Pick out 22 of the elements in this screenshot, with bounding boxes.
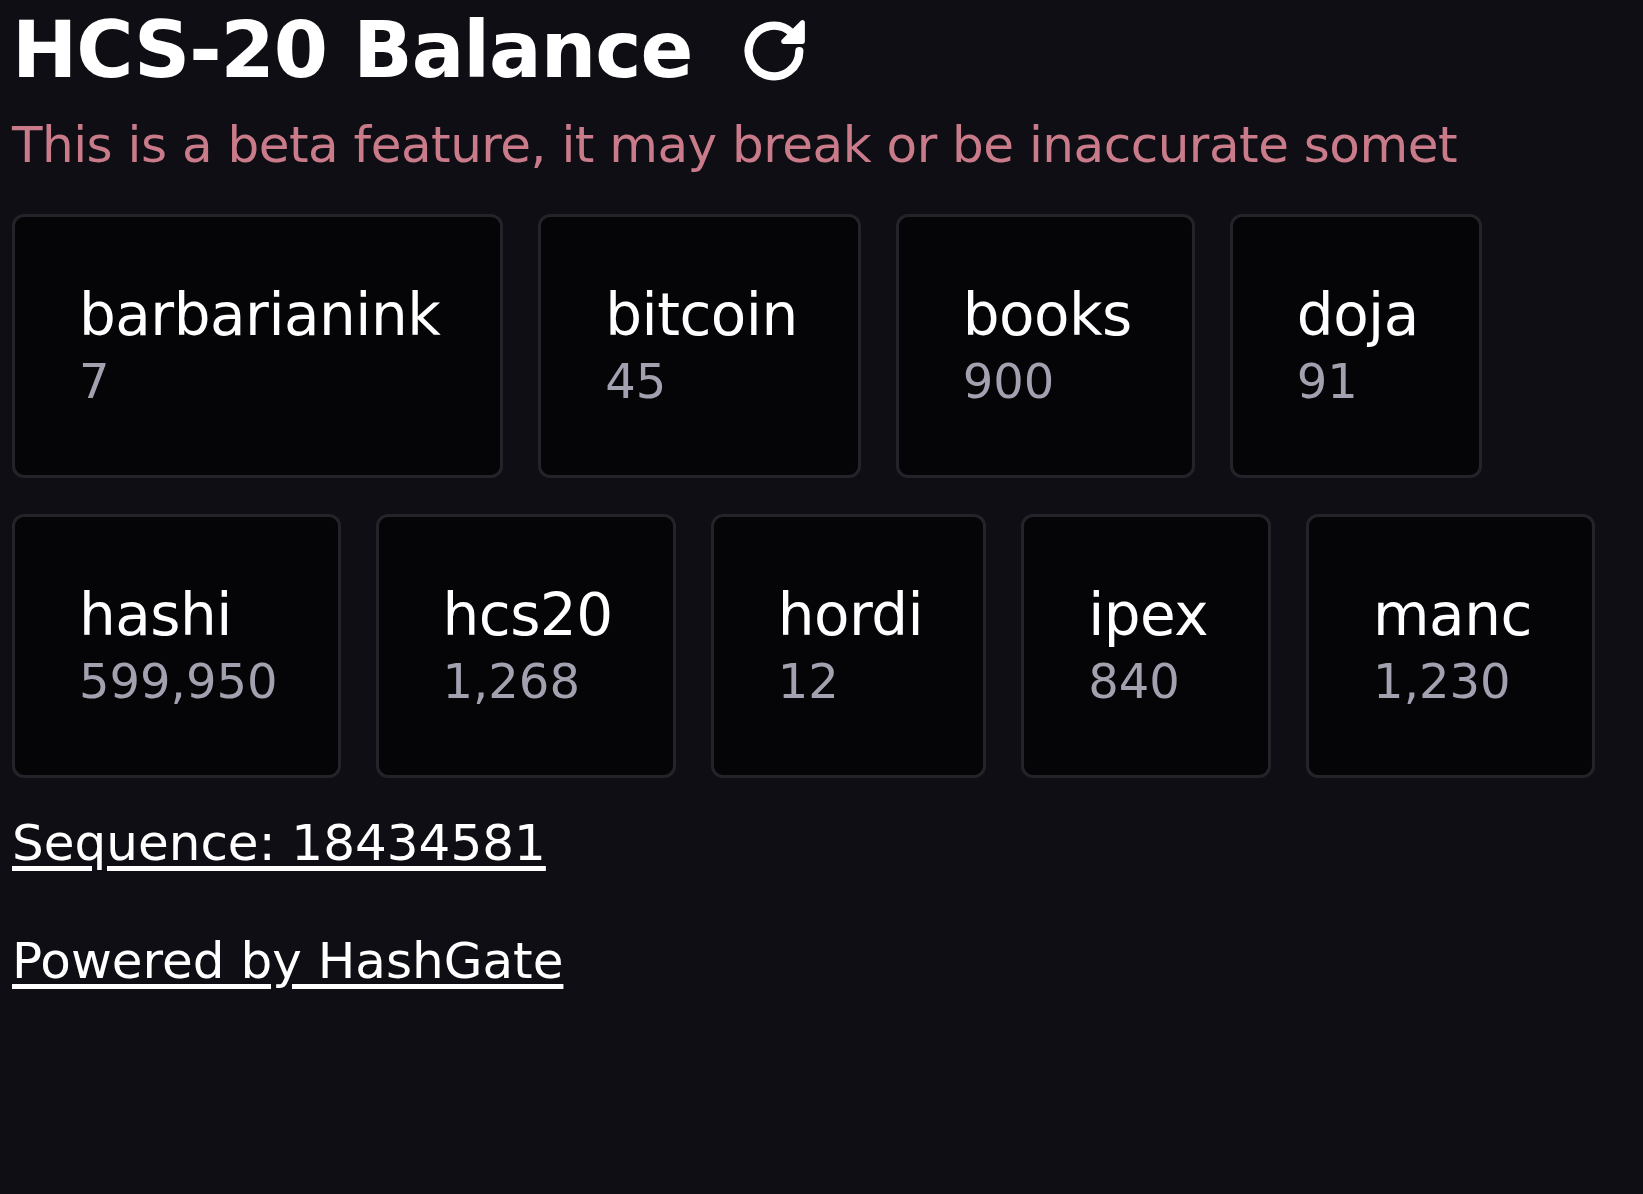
token-amount: 12 (777, 652, 840, 712)
token-amount: 45 (605, 352, 668, 412)
token-name: doja (1296, 280, 1419, 351)
token-name: hordi (777, 580, 924, 651)
token-name: hcs20 (442, 580, 613, 651)
footer-link[interactable]: Sequence: 18434581 (12, 813, 546, 872)
page-title: HCS-20 Balance (12, 8, 693, 94)
token-amount: 840 (1088, 652, 1181, 712)
token-name: bitcoin (605, 280, 798, 351)
token-name: barbarianink (79, 280, 441, 351)
token-amount: 900 (962, 352, 1056, 412)
token-amount: 599,950 (79, 652, 278, 712)
warning-text: This is a beta feature, it may break or be inaccurate somet (12, 115, 1459, 174)
token-name: hashi (79, 580, 233, 651)
token-amount: 1,268 (442, 652, 581, 712)
token-amount: 1,230 (1373, 652, 1512, 712)
token-amount: 7 (79, 352, 111, 412)
token-name: books (962, 280, 1132, 351)
token-name: manc (1373, 580, 1532, 651)
footer-link[interactable]: Powered by HashGate (12, 931, 564, 990)
token-amount: 91 (1296, 352, 1359, 412)
token-name: ipex (1088, 580, 1209, 651)
